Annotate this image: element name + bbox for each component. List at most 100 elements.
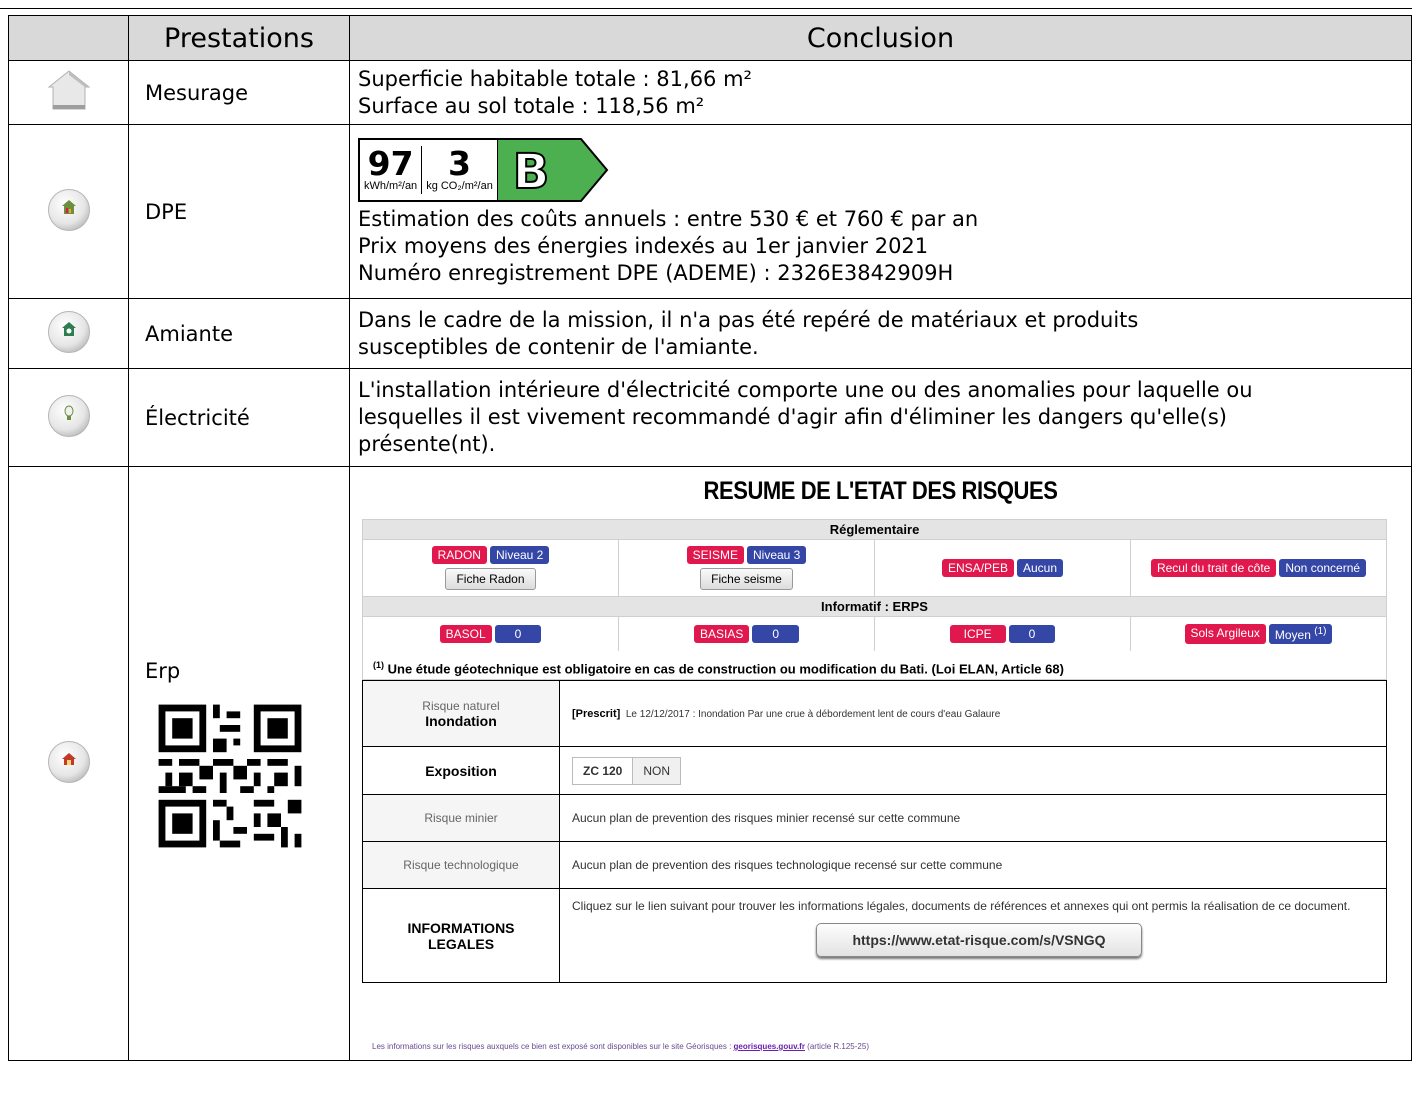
basol-cell: BASOL 0 xyxy=(363,617,619,651)
risk-row-inondation: Risque naturel Inondation [Prescrit] Le 1… xyxy=(362,680,1387,747)
electricity-badge-icon xyxy=(47,394,90,437)
table-header-row: Prestations Conclusion xyxy=(8,15,1412,61)
footer-pre: Les informations sur les risques auxquel… xyxy=(372,1042,734,1051)
mesurage-conclusion: Superficie habitable totale : 81,66 m² S… xyxy=(349,60,1412,125)
ensa-level: Aucun xyxy=(1017,559,1064,577)
dpe-icon-cell xyxy=(8,124,129,299)
top-rule xyxy=(0,8,1412,9)
icpe-value: 0 xyxy=(1008,625,1056,643)
seisme-level: Niveau 3 xyxy=(746,546,807,564)
zone-name: ZC 120 xyxy=(573,757,634,784)
mesurage-line-2: Surface au sol totale : 118,56 m² xyxy=(358,93,705,118)
radon-level: Niveau 2 xyxy=(489,546,550,564)
zone-value: NON xyxy=(633,757,681,784)
header-conclusion: Conclusion xyxy=(349,15,1412,61)
techno-text: Aucun plan de prevention des risques tec… xyxy=(559,841,1387,889)
exposition-label: Exposition xyxy=(425,762,497,779)
erp-icon-cell xyxy=(8,466,129,1061)
qr-code-icon[interactable] xyxy=(145,691,315,861)
erp-title: RESUME DE L'ETAT DES RISQUES xyxy=(703,477,1058,505)
basias-cell: BASIAS 0 xyxy=(619,617,875,651)
dpe-conclusion: 97 kWh/m²/an 3 kg CO₂/m²/an B Estimation… xyxy=(349,124,1412,299)
reglementaire-row: RADON Niveau 2 Fiche Radon SEISME Niveau 3… xyxy=(362,540,1387,596)
risk-row-minier: Risque minier Aucun plan de prevention d… xyxy=(362,794,1387,842)
fiche-seisme-button[interactable]: Fiche seisme xyxy=(700,568,793,590)
dpe-line-2: Prix moyens des énergies indexés au 1er … xyxy=(358,234,929,258)
georisques-link[interactable]: georisques.gouv.fr xyxy=(734,1042,805,1051)
ges-cell: 3 kg CO₂/m²/an xyxy=(422,140,497,200)
mesurage-label: Mesurage xyxy=(128,60,350,125)
sols-value: Moyen xyxy=(1274,628,1311,642)
erp-label-cell: Erp xyxy=(128,466,350,1061)
row-amiante: Amiante Dans le cadre de la mission, il … xyxy=(8,298,1412,369)
energy-unit: kWh/m²/an xyxy=(364,179,418,192)
ges-value: 3 xyxy=(448,143,471,183)
legal-text: Cliquez sur le lien suivant pour trouver… xyxy=(572,899,1351,913)
ges-unit: kg CO₂/m²/an xyxy=(426,179,493,192)
row-dpe: DPE 97 kWh/m²/an 3 kg CO₂/m²/an B Estima… xyxy=(8,124,1412,299)
basias-value: 0 xyxy=(752,625,800,643)
georisques-footer: Les informations sur les risques auxquel… xyxy=(372,1042,869,1051)
inondation-text: Le 12/12/2017 : Inondation Par une crue … xyxy=(625,708,1001,720)
risk-row-exposition: Exposition ZC 120 NON xyxy=(362,746,1387,795)
dpe-values-box: 97 kWh/m²/an 3 kg CO₂/m²/an xyxy=(358,138,497,202)
exposition-detail: ZC 120 NON xyxy=(559,746,1387,795)
electricite-icon-cell xyxy=(8,368,129,467)
basol-tag: BASOL xyxy=(439,625,492,643)
inondation-detail: [Prescrit] Le 12/12/2017 : Inondation Pa… xyxy=(559,680,1387,747)
risk-row-technologique: Risque technologique Aucun plan de preve… xyxy=(362,841,1387,889)
mesurage-line-1: Superficie habitable totale : 81,66 m² xyxy=(358,66,752,91)
energy-badge-icon xyxy=(47,188,90,231)
amiante-label: Amiante xyxy=(128,298,350,369)
zone-badge: ZC 120 NON xyxy=(572,756,682,785)
dpe-line-1: Estimation des coûts annuels : entre 530… xyxy=(358,207,979,231)
energy-value: 97 xyxy=(367,143,414,183)
sols-sup: (1) xyxy=(1314,626,1327,637)
risks-table: Risque naturel Inondation [Prescrit] Le 1… xyxy=(362,680,1387,983)
sols-tag: Sols Argileux xyxy=(1184,624,1266,644)
row-mesurage: Mesurage Superficie habitable totale : 8… xyxy=(8,60,1412,125)
asbestos-badge-icon xyxy=(47,310,90,353)
seisme-cell: SEISME Niveau 3 Fiche seisme xyxy=(619,540,875,596)
amiante-line-1: Dans le cadre de la mission, il n'a pas … xyxy=(358,307,1139,332)
dpe-line-3: Numéro enregistrement DPE (ADEME) : 2326… xyxy=(358,261,954,285)
recul-cell: Recul du trait de côte Non concerné xyxy=(1131,540,1387,596)
amiante-icon-cell xyxy=(8,298,129,369)
mesurage-icon-cell xyxy=(8,60,129,125)
radon-tag: RADON xyxy=(431,546,487,564)
fiche-radon-button[interactable]: Fiche Radon xyxy=(445,568,536,590)
geotech-note: (1) Une étude géotechnique est obligatoi… xyxy=(362,651,1387,680)
ensa-tag: ENSA/PEB xyxy=(941,559,1014,577)
etat-risque-link-button[interactable]: https://www.etat-risque.com/s/VSNGQ xyxy=(816,923,1142,957)
amiante-conclusion: Dans le cadre de la mission, il n'a pas … xyxy=(349,298,1412,369)
seisme-tag: SEISME xyxy=(686,546,744,564)
row-electricite: Électricité L'installation intérieure d'… xyxy=(8,368,1412,467)
icpe-cell: ICPE 0 xyxy=(875,617,1131,651)
house-icon xyxy=(47,69,90,109)
amiante-line-2: susceptibles de contenir de l'amiante. xyxy=(358,334,759,359)
note-sup: (1) xyxy=(373,660,384,670)
erp-summary-box: Réglementaire RADON Niveau 2 Fiche Radon … xyxy=(362,519,1387,983)
electricite-line-2: lesquelles il est vivement recommandé d'… xyxy=(358,405,1227,429)
sols-value-wrap: Moyen (1) xyxy=(1268,624,1333,644)
risk-row-legal: INFORMATIONS LEGALES Cliquez sur le lien … xyxy=(362,888,1387,983)
electricite-line-3: présente(nt). xyxy=(358,432,496,456)
ensa-cell: ENSA/PEB Aucun xyxy=(875,540,1131,596)
basias-tag: BASIAS xyxy=(693,625,750,643)
electricite-line-1: L'installation intérieure d'électricité … xyxy=(358,378,1253,402)
legal-label-1: INFORMATIONS xyxy=(407,919,515,936)
electricite-label: Électricité xyxy=(128,368,350,467)
dpe-energy-label: 97 kWh/m²/an 3 kg CO₂/m²/an B xyxy=(358,138,1403,202)
natural-risks-badge-icon xyxy=(47,740,90,783)
row-erp: Erp RESUME DE L'ETAT DES RISQUES Régleme… xyxy=(8,466,1412,1061)
reglementaire-header: Réglementaire xyxy=(362,519,1387,540)
electricite-conclusion: L'installation intérieure d'électricité … xyxy=(349,368,1412,467)
energy-cell: 97 kWh/m²/an xyxy=(360,140,421,200)
techno-label: Risque technologique xyxy=(362,841,560,889)
energy-class-letter: B xyxy=(513,144,550,200)
recul-tag: Recul du trait de côte xyxy=(1150,559,1277,577)
basol-value: 0 xyxy=(494,625,542,643)
header-prestations: Prestations xyxy=(128,15,350,61)
informatif-header: Informatif : ERPS xyxy=(362,596,1387,617)
sols-cell: Sols Argileux Moyen (1) xyxy=(1131,617,1387,651)
